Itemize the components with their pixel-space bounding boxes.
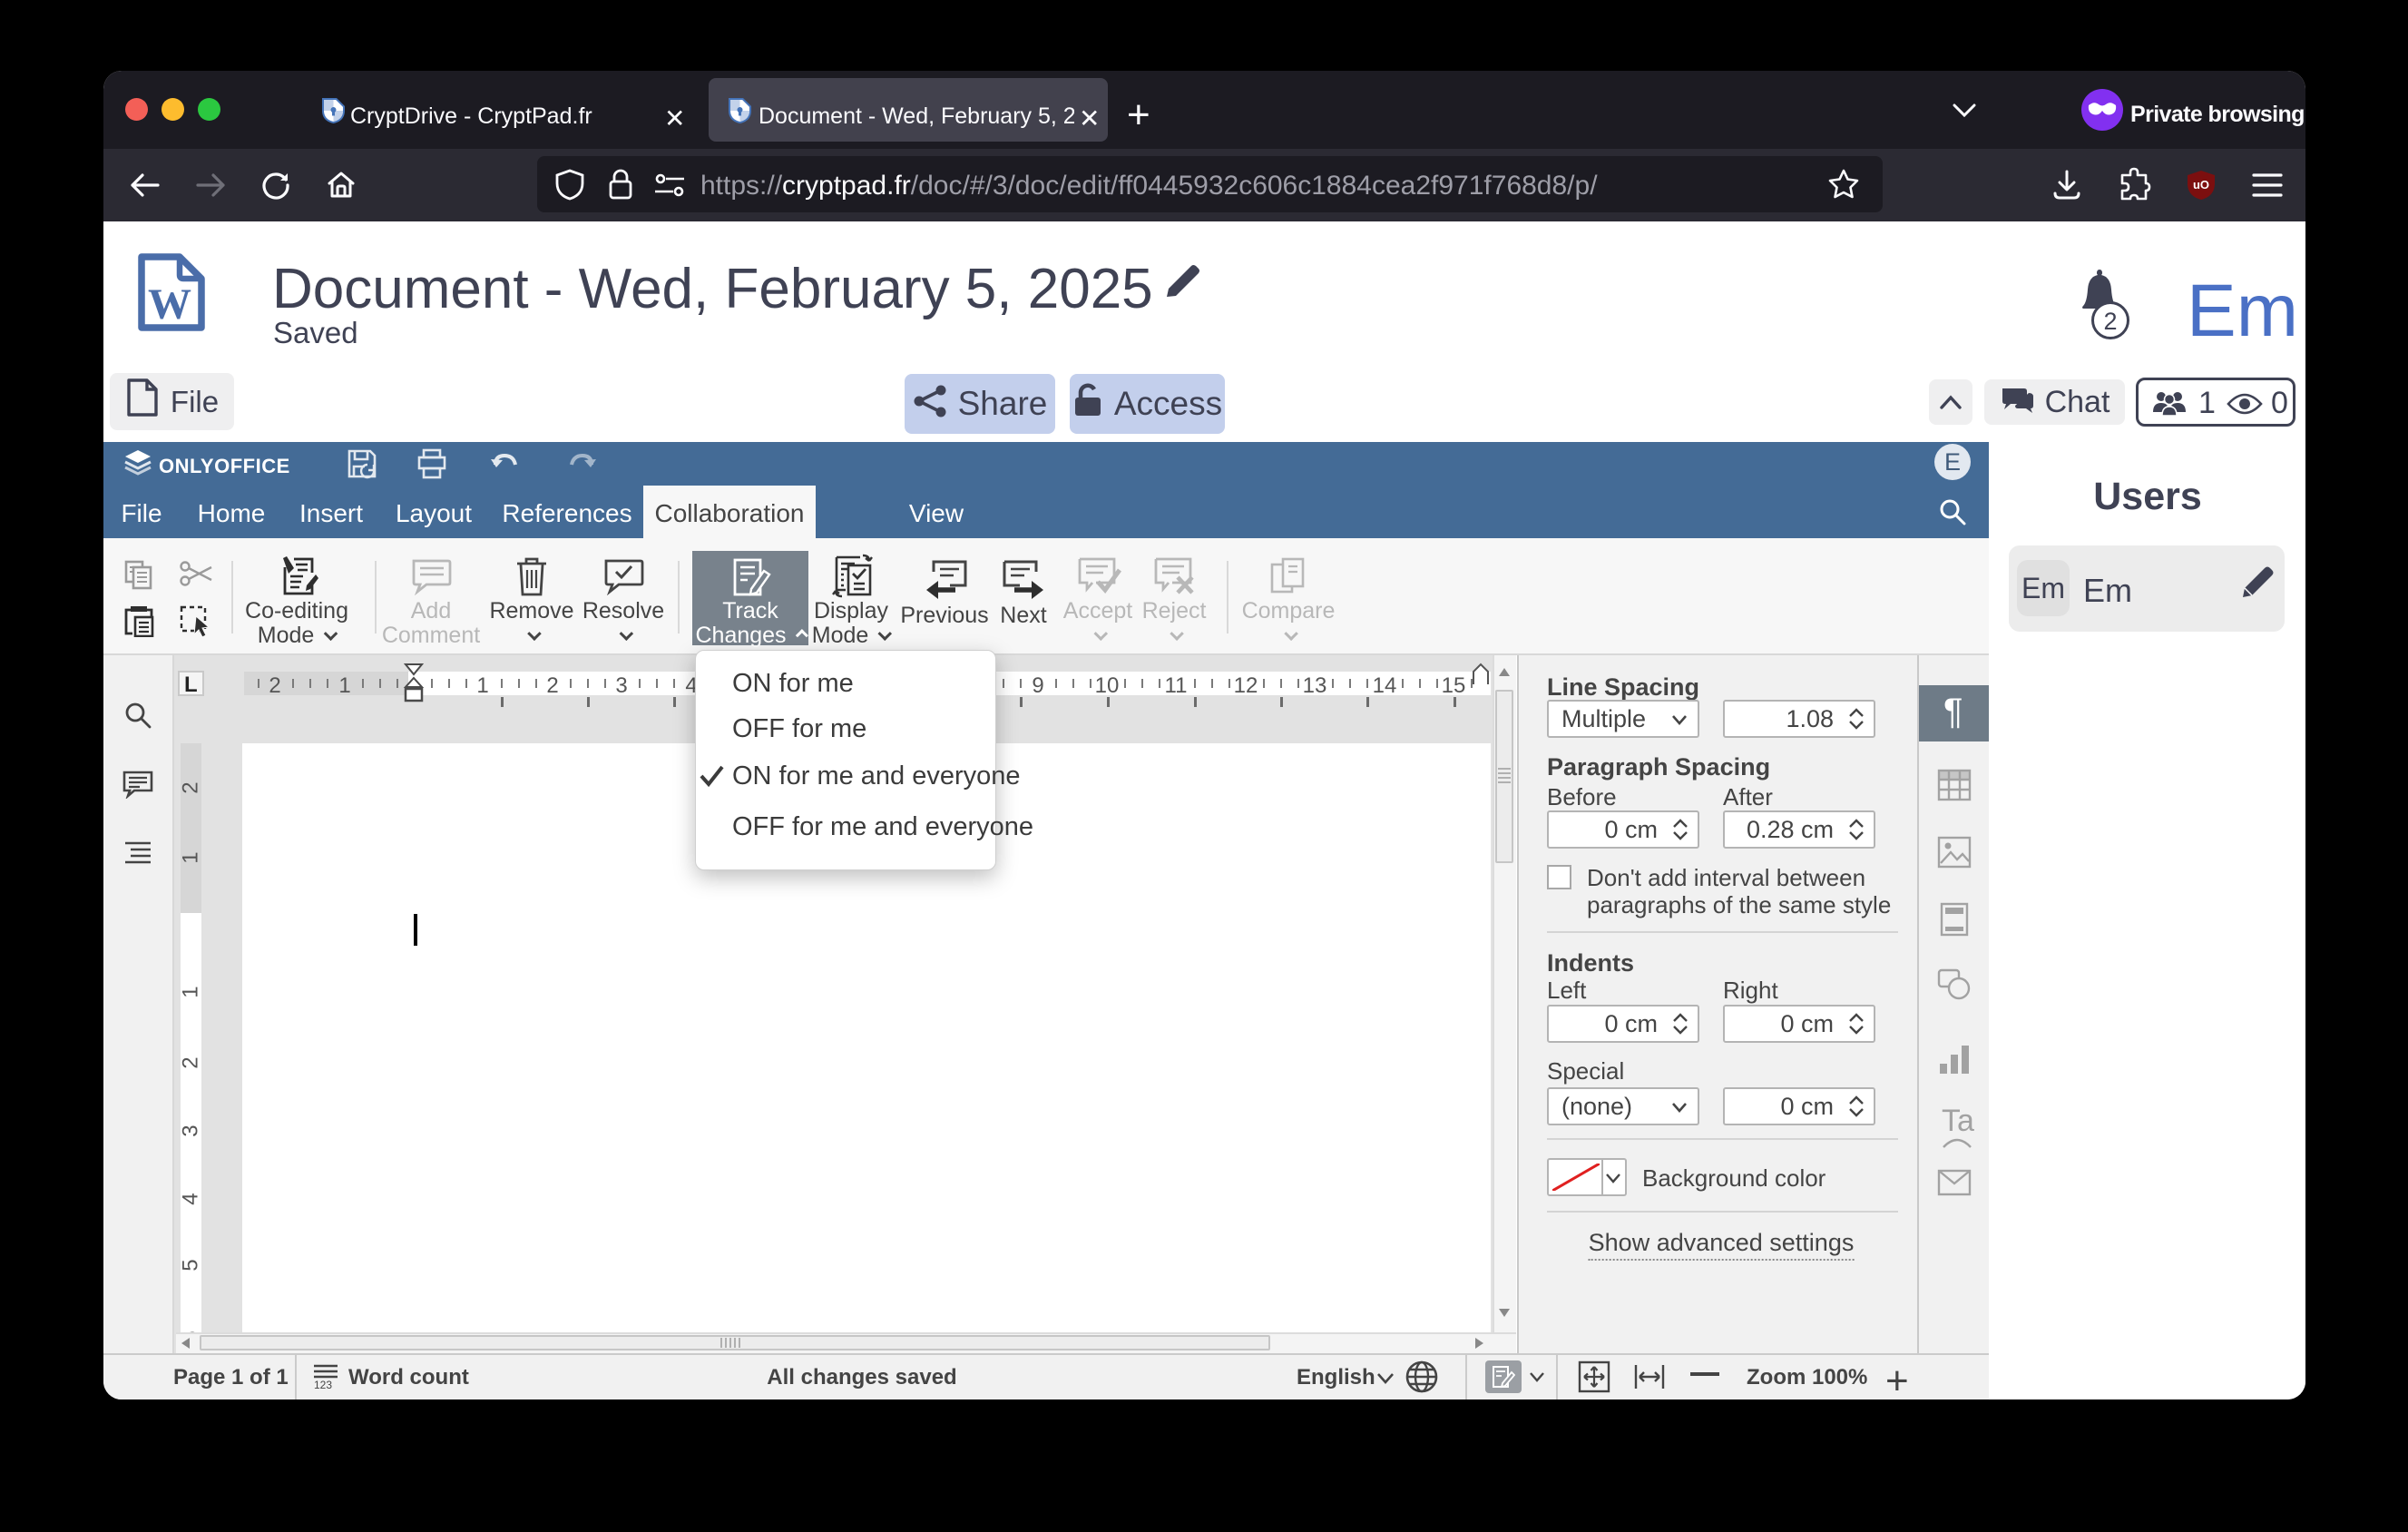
svg-text:uO: uO xyxy=(2193,178,2209,192)
svg-text:W: W xyxy=(148,280,191,329)
svg-text:123: 123 xyxy=(314,1379,332,1390)
